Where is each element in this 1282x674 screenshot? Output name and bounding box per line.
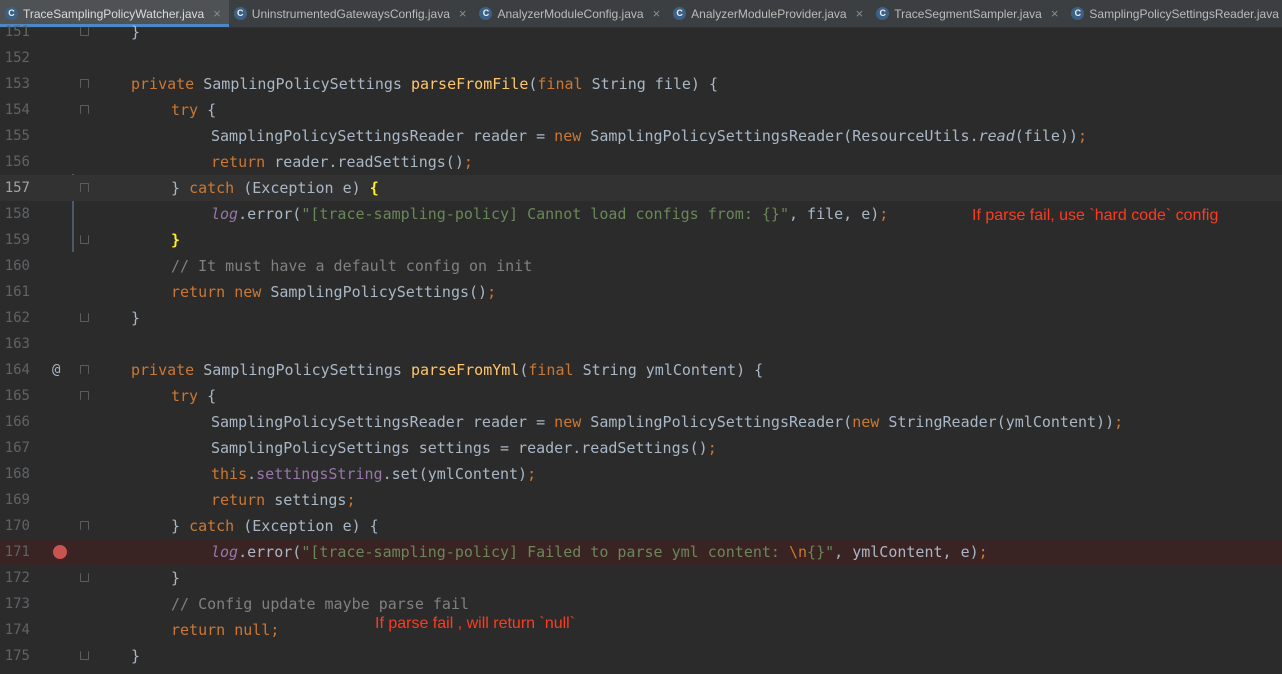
line-number: 166 xyxy=(4,414,30,430)
code-line-153[interactable]: 153 private SamplingPolicySettings parse… xyxy=(0,71,1282,97)
code-text: } catch (Exception e) { xyxy=(171,517,379,535)
code-line-165[interactable]: 165 try { xyxy=(0,383,1282,409)
code-line-159[interactable]: 159 } xyxy=(0,227,1282,253)
code-text: // Config update maybe parse fail xyxy=(171,595,470,613)
code-text: } xyxy=(131,23,141,41)
fold-end-icon[interactable] xyxy=(80,573,89,582)
line-number: 158 xyxy=(4,206,30,222)
fold-start-icon[interactable] xyxy=(80,521,89,530)
line-number: 162 xyxy=(4,310,30,326)
code-text: } xyxy=(131,647,141,665)
code-line-166[interactable]: 166 SamplingPolicySettingsReader reader … xyxy=(0,409,1282,435)
fold-end-icon[interactable] xyxy=(80,27,89,36)
line-number: 170 xyxy=(4,518,30,534)
code-text: SamplingPolicySettingsReader reader = ne… xyxy=(211,127,1087,145)
line-number: 154 xyxy=(4,102,30,118)
line-number: 173 xyxy=(4,596,30,612)
code-text: return new SamplingPolicySettings(); xyxy=(171,283,497,301)
code-line-152[interactable]: 152 xyxy=(0,45,1282,71)
line-number: 157 xyxy=(4,180,30,196)
line-number: 156 xyxy=(4,154,30,170)
code-line-167[interactable]: 167 SamplingPolicySettings settings = re… xyxy=(0,435,1282,461)
code-line-161[interactable]: 161 return new SamplingPolicySettings(); xyxy=(0,279,1282,305)
line-number: 174 xyxy=(4,622,30,638)
code-line-172[interactable]: 172 } xyxy=(0,565,1282,591)
code-line-171-breakpoint[interactable]: 171 log.error("[trace-sampling-policy] F… xyxy=(0,539,1282,565)
line-number: 159 xyxy=(4,232,30,248)
fold-start-icon[interactable] xyxy=(80,183,89,192)
line-number: 161 xyxy=(4,284,30,300)
code-text: } catch (Exception e) { xyxy=(171,179,379,197)
code-line-154[interactable]: 154 try { xyxy=(0,97,1282,123)
annotation-return-null: If parse fail , will return `null` xyxy=(375,615,576,632)
fold-start-icon[interactable] xyxy=(80,105,89,114)
code-text: this.settingsString.set(ymlContent); xyxy=(211,465,537,483)
line-number: 152 xyxy=(4,50,30,66)
override-icon[interactable]: @ xyxy=(52,357,60,383)
line-number: 168 xyxy=(4,466,30,482)
code-text: return null; xyxy=(171,621,280,639)
line-number: 172 xyxy=(4,570,30,586)
code-line-173[interactable]: 173 // Config update maybe parse fail xyxy=(0,591,1282,617)
code-line-162[interactable]: 162 } xyxy=(0,305,1282,331)
line-number: 163 xyxy=(4,336,30,352)
code-text: } xyxy=(171,569,181,587)
line-number: 165 xyxy=(4,388,30,404)
code-line-170[interactable]: 170 } catch (Exception e) { xyxy=(0,513,1282,539)
annotation-hardcode-config: If parse fail, use `hard code` config xyxy=(972,207,1219,224)
code-text: SamplingPolicySettings settings = reader… xyxy=(211,439,717,457)
fold-end-icon[interactable] xyxy=(80,235,89,244)
line-number: 164 xyxy=(4,362,30,378)
line-number: 167 xyxy=(4,440,30,456)
line-number: 151 xyxy=(4,24,30,40)
code-text: private SamplingPolicySettings parseFrom… xyxy=(131,361,764,379)
code-text: SamplingPolicySettingsReader reader = ne… xyxy=(211,413,1124,431)
fold-start-icon[interactable] xyxy=(80,391,89,400)
code-text: // It must have a default config on init xyxy=(171,257,533,275)
line-number: 169 xyxy=(4,492,30,508)
code-line-157-current[interactable]: 157 } catch (Exception e) { xyxy=(0,175,1282,201)
code-text: return settings; xyxy=(211,491,356,509)
code-line-163[interactable]: 163 xyxy=(0,331,1282,357)
code-text: log.error("[trace-sampling-policy] Faile… xyxy=(211,543,988,561)
code-line-174[interactable]: 174 return null; xyxy=(0,617,1282,643)
code-editor[interactable]: 151 } 152 153 private SamplingPolicySett… xyxy=(0,23,1282,674)
code-text: } xyxy=(171,231,181,249)
code-line-175[interactable]: 175 } xyxy=(0,643,1282,669)
line-number: 160 xyxy=(4,258,30,274)
code-line-164[interactable]: 164 @ private SamplingPolicySettings par… xyxy=(0,357,1282,383)
line-number: 171 xyxy=(4,544,30,560)
code-text: try { xyxy=(171,387,217,405)
code-line-168[interactable]: 168 this.settingsString.set(ymlContent); xyxy=(0,461,1282,487)
fold-end-icon[interactable] xyxy=(80,313,89,322)
code-line-156[interactable]: 156 return reader.readSettings(); xyxy=(0,149,1282,175)
code-text: } xyxy=(131,309,141,327)
code-text: private SamplingPolicySettings parseFrom… xyxy=(131,75,719,93)
code-line-151[interactable]: 151 } xyxy=(0,19,1282,45)
code-text: return reader.readSettings(); xyxy=(211,153,473,171)
fold-end-icon[interactable] xyxy=(80,651,89,660)
code-text: log.error("[trace-sampling-policy] Canno… xyxy=(211,205,889,223)
fold-start-icon[interactable] xyxy=(80,79,89,88)
line-number: 155 xyxy=(4,128,30,144)
code-line-169[interactable]: 169 return settings; xyxy=(0,487,1282,513)
fold-start-icon[interactable] xyxy=(80,365,89,374)
line-number: 175 xyxy=(4,648,30,664)
line-number: 153 xyxy=(4,76,30,92)
code-text: try { xyxy=(171,101,217,119)
code-line-160[interactable]: 160 // It must have a default config on … xyxy=(0,253,1282,279)
code-line-155[interactable]: 155 SamplingPolicySettingsReader reader … xyxy=(0,123,1282,149)
breakpoint-icon[interactable] xyxy=(53,545,67,559)
